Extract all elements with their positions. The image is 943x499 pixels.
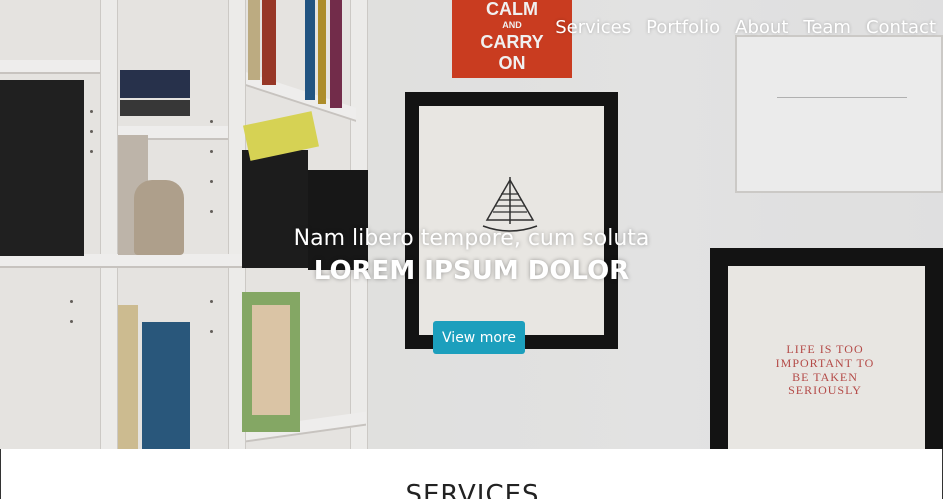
nav-item-services[interactable]: Services bbox=[555, 17, 631, 38]
services-section: SERVICES bbox=[0, 449, 943, 499]
nav-item-portfolio[interactable]: Portfolio bbox=[646, 17, 720, 38]
view-more-button[interactable]: View more bbox=[433, 321, 525, 354]
hero-title: LOREM IPSUM DOLOR bbox=[313, 256, 630, 286]
hero-section: CALM AND CARRY ON LIFE IS TOO IMPORTANT … bbox=[0, 0, 943, 449]
hero-subtitle: Nam libero tempore, cum soluta bbox=[293, 226, 650, 251]
nav-item-about[interactable]: About bbox=[735, 17, 788, 38]
nav-item-team[interactable]: Team bbox=[803, 17, 851, 38]
main-nav: Services Portfolio About Team Contact bbox=[540, 17, 936, 38]
services-heading: SERVICES bbox=[405, 480, 540, 499]
nav-item-contact[interactable]: Contact bbox=[866, 17, 936, 38]
